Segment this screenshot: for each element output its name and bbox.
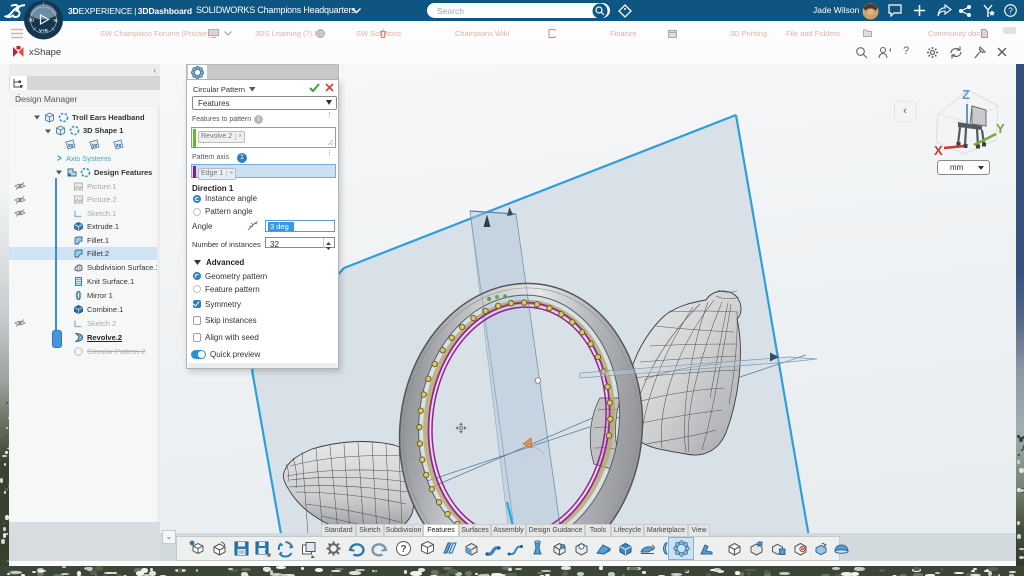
- svg-text:yz: yz: [92, 143, 98, 149]
- svg-text:3D: 3D: [29, 18, 36, 23]
- svg-text:Y: Y: [996, 121, 1005, 136]
- svg-text:zx: zx: [116, 143, 122, 149]
- svg-text:X: X: [934, 143, 943, 158]
- svg-text:ɰ: ɰ: [54, 18, 58, 23]
- svg-text:xy: xy: [68, 143, 74, 149]
- svg-text:V+R: V+R: [39, 28, 49, 33]
- svg-text:?: ?: [1008, 6, 1013, 16]
- svg-text:Z: Z: [962, 87, 970, 102]
- svg-text:?: ?: [400, 544, 406, 555]
